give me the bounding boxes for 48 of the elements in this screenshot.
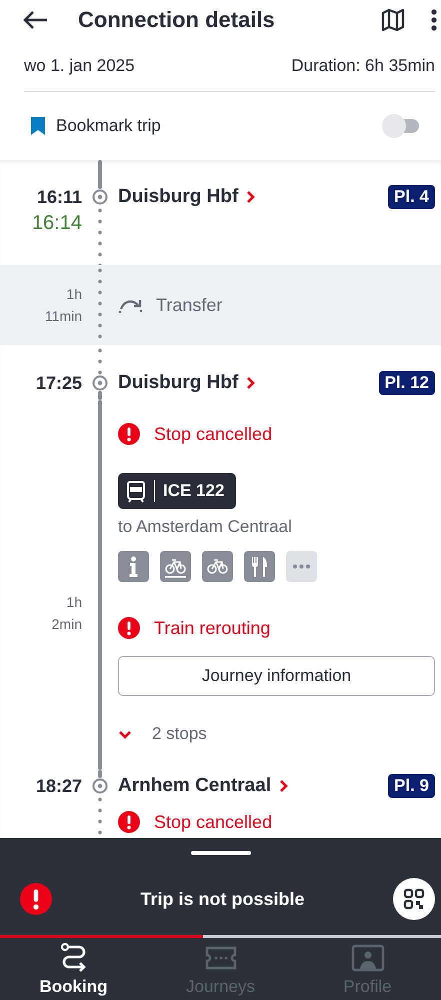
train-badge[interactable]: ICE 122 xyxy=(118,473,236,509)
station-name[interactable]: Duisburg Hbf xyxy=(118,372,238,394)
bookmark-icon xyxy=(30,116,46,136)
notice-text: Stop cancelled xyxy=(154,812,272,832)
more-icon[interactable] xyxy=(286,551,317,582)
bookmark-label: Bookmark trip xyxy=(56,116,162,136)
alert-icon xyxy=(20,883,52,915)
station-name[interactable]: Arnhem Centraal xyxy=(118,775,272,797)
tab[interactable]: Booking xyxy=(0,938,147,1000)
ride-duration: 1h 2min xyxy=(50,593,82,634)
cutlery-icon[interactable] xyxy=(244,551,275,582)
alert-icon xyxy=(118,811,140,833)
bookmark-toggle[interactable] xyxy=(381,113,421,139)
chevron-right-icon xyxy=(246,190,256,204)
back-arrow-icon[interactable] xyxy=(22,10,48,30)
map-icon[interactable] xyxy=(381,8,405,32)
transfer-icon xyxy=(118,297,144,313)
drag-handle[interactable] xyxy=(190,851,250,855)
info-icon[interactable] xyxy=(118,551,149,582)
arrival-time: 18:27 xyxy=(34,775,82,798)
notice-text: Train rerouting xyxy=(154,618,270,638)
platform-badge: Pl. 12 xyxy=(378,371,435,395)
chevron-right-icon xyxy=(279,779,290,793)
platform-badge: Pl. 4 xyxy=(388,185,435,209)
more-options-icon[interactable] xyxy=(431,9,437,31)
chevron-right-icon xyxy=(246,376,256,390)
stops-toggle[interactable]: 2 stops xyxy=(118,722,435,746)
trip-duration: Duration: 6h 35min xyxy=(291,56,435,76)
departure-time: 17:25 xyxy=(34,372,82,395)
qr-code-icon[interactable] xyxy=(393,878,435,920)
journey-information-button[interactable]: Journey information xyxy=(118,656,435,696)
alert-icon xyxy=(118,617,140,639)
bicycle-icon[interactable] xyxy=(202,551,233,582)
status-message: Trip is not possible xyxy=(139,888,306,910)
destination-text: to Amsterdam Centraal xyxy=(118,517,293,537)
notice-text: Stop cancelled xyxy=(154,424,272,444)
profile-icon xyxy=(350,943,384,973)
platform-badge: Pl. 9 xyxy=(388,774,435,798)
alert-icon xyxy=(118,423,140,445)
page-title: Connection details xyxy=(78,7,276,33)
station-name[interactable]: Duisburg Hbf xyxy=(118,186,238,208)
departure-time: 16:11 xyxy=(36,186,82,209)
bicycle-icon[interactable] xyxy=(160,551,191,582)
transfer-duration: 1h 11min xyxy=(44,285,82,326)
actual-time: 16:14 xyxy=(30,211,82,235)
trip-date: wo 1. jan 2025 xyxy=(24,56,135,76)
chevron-down-icon xyxy=(118,729,132,739)
transfer-label: Transfer xyxy=(156,294,222,316)
